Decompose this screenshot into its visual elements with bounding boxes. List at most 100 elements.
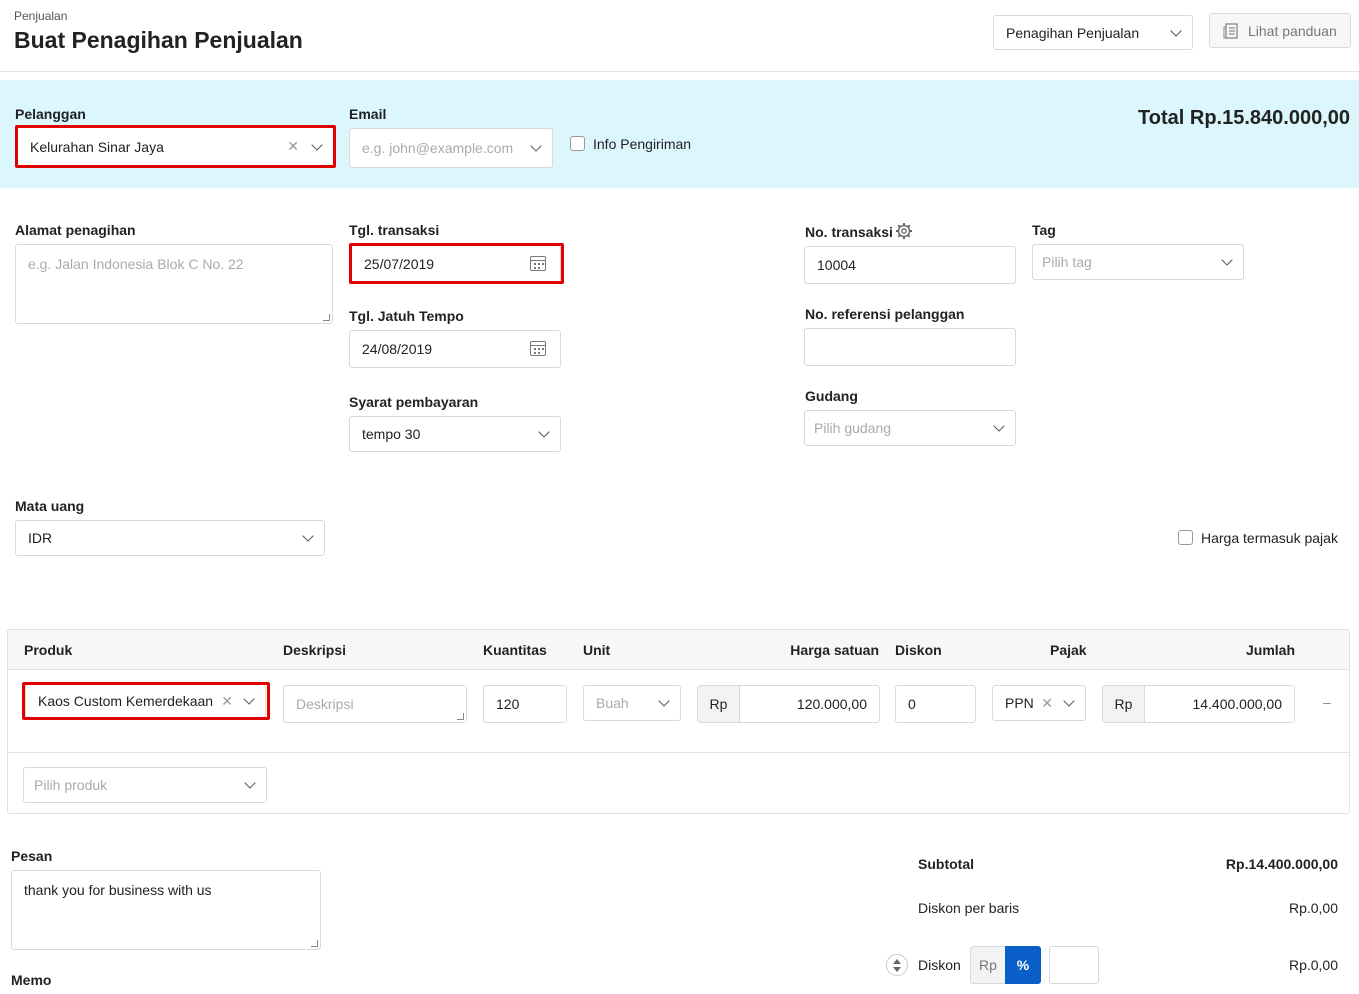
- message-value: thank you for business with us: [24, 882, 212, 898]
- tag-label: Tag: [1032, 222, 1056, 238]
- discount-label: Diskon: [918, 957, 961, 973]
- transaction-date-label: Tgl. transaksi: [349, 222, 440, 238]
- tag-select[interactable]: Pilih tag: [1032, 244, 1244, 280]
- gear-icon[interactable]: [895, 222, 913, 240]
- tax-inclusive-label[interactable]: Harga termasuk pajak: [1201, 530, 1338, 546]
- amount-currency-addon: Rp: [1102, 685, 1145, 723]
- transaction-date-highlight: [349, 243, 564, 284]
- warehouse-placeholder: Pilih gudang: [814, 420, 892, 436]
- currency-select[interactable]: IDR: [15, 520, 325, 556]
- guide-button-label: Lihat panduan: [1248, 22, 1337, 39]
- quantity-input[interactable]: 120: [483, 685, 567, 723]
- currency-value: IDR: [28, 530, 53, 546]
- billing-address-textarea[interactable]: e.g. Jalan Indonesia Blok C No. 22: [15, 244, 333, 324]
- payment-terms-select[interactable]: tempo 30: [349, 416, 561, 452]
- table-header-bg: [8, 630, 1349, 670]
- unit-price-value: 120.000,00: [796, 696, 867, 712]
- currency-label: Mata uang: [15, 498, 85, 514]
- payment-terms-value: tempo 30: [362, 426, 421, 442]
- discount-rp-toggle[interactable]: Rp: [970, 946, 1006, 984]
- due-date-label: Tgl. Jatuh Tempo: [349, 308, 464, 324]
- subtotal-value: Rp.14.400.000,00: [1225, 856, 1338, 872]
- tax-select[interactable]: PPN ✕: [992, 685, 1086, 721]
- price-currency-addon: Rp: [697, 685, 740, 723]
- product-highlight: [22, 682, 270, 720]
- transaction-no-input[interactable]: 10004: [804, 246, 1016, 284]
- remove-row-button[interactable]: –: [1323, 694, 1331, 710]
- chevron-down-icon: [530, 140, 542, 152]
- guide-button[interactable]: Lihat panduan: [1209, 13, 1351, 48]
- breadcrumb[interactable]: Penjualan: [14, 9, 67, 23]
- discount-amount-input[interactable]: [1049, 946, 1099, 984]
- unit-select[interactable]: Buah: [583, 685, 681, 721]
- customer-ref-input[interactable]: [804, 328, 1016, 366]
- customer-ref-label: No. referensi pelanggan: [805, 306, 965, 322]
- warehouse-select[interactable]: Pilih gudang: [804, 410, 1016, 446]
- message-label: Pesan: [11, 848, 53, 864]
- col-unit: Unit: [583, 642, 611, 658]
- calendar-icon[interactable]: [530, 341, 546, 356]
- transaction-no-value: 10004: [817, 257, 856, 273]
- chevron-down-icon: [302, 530, 314, 542]
- clear-icon[interactable]: ✕: [1041, 695, 1053, 712]
- discount-value: 0: [908, 696, 916, 712]
- tax-inclusive-checkbox[interactable]: [1178, 530, 1193, 545]
- due-date-input[interactable]: 24/08/2019: [349, 330, 561, 368]
- header-divider: [0, 71, 1359, 72]
- chevron-down-icon: [244, 777, 256, 789]
- memo-label: Memo: [11, 972, 52, 988]
- amount-value: 14.400.000,00: [1192, 696, 1282, 712]
- discount-total-value: Rp.0,00: [1288, 957, 1338, 973]
- tag-placeholder: Pilih tag: [1042, 254, 1092, 270]
- discount-percent-toggle[interactable]: %: [1005, 946, 1041, 984]
- billing-address-placeholder: e.g. Jalan Indonesia Blok C No. 22: [28, 256, 244, 272]
- line-discount-value: Rp.0,00: [1288, 900, 1338, 916]
- total-amount: Total Rp.15.840.000,00: [1138, 107, 1350, 129]
- col-product: Produk: [24, 642, 73, 658]
- chevron-down-icon: [1063, 695, 1075, 707]
- col-description: Deskripsi: [283, 642, 347, 658]
- line-discount-label: Diskon per baris: [918, 900, 1020, 916]
- page-title: Buat Penagihan Penjualan: [14, 27, 303, 53]
- shipping-info-checkbox[interactable]: [570, 136, 585, 151]
- col-discount: Diskon: [895, 642, 942, 658]
- invoice-type-select[interactable]: Penagihan Penjualan: [993, 15, 1193, 50]
- email-placeholder: e.g. john@example.com: [362, 140, 514, 156]
- col-amount: Jumlah: [1245, 642, 1295, 658]
- email-input[interactable]: e.g. john@example.com: [349, 128, 553, 168]
- payment-terms-label: Syarat pembayaran: [349, 394, 479, 410]
- due-date-value: 24/08/2019: [362, 341, 433, 357]
- unit-price-input[interactable]: 120.000,00: [739, 685, 880, 723]
- amount-input[interactable]: 14.400.000,00: [1144, 685, 1295, 723]
- shipping-info-label[interactable]: Info Pengiriman: [593, 136, 691, 152]
- unit-value: Buah: [596, 695, 629, 711]
- email-label: Email: [349, 106, 387, 122]
- customer-label: Pelanggan: [15, 106, 86, 122]
- discount-input[interactable]: 0: [895, 685, 976, 723]
- row-divider: [8, 752, 1349, 753]
- chevron-down-icon: [1221, 254, 1233, 266]
- message-textarea[interactable]: thank you for business with us: [11, 870, 321, 950]
- description-input[interactable]: Deskripsi: [283, 685, 467, 723]
- resize-handle-icon[interactable]: [457, 713, 464, 720]
- billing-address-label: Alamat penagihan: [15, 222, 136, 238]
- transaction-no-label: No. transaksi: [805, 224, 893, 240]
- resize-handle-icon[interactable]: [323, 314, 330, 321]
- col-tax: Pajak: [1050, 642, 1087, 658]
- description-placeholder: Deskripsi: [296, 696, 354, 712]
- invoice-type-value: Penagihan Penjualan: [1006, 24, 1140, 41]
- resize-handle-icon[interactable]: [311, 940, 318, 947]
- warehouse-label: Gudang: [805, 388, 858, 404]
- chevron-down-icon: [538, 426, 550, 438]
- col-unit-price: Harga satuan: [790, 642, 879, 658]
- add-product-select[interactable]: Pilih produk: [23, 767, 267, 803]
- chevron-down-icon: [993, 420, 1005, 432]
- col-quantity: Kuantitas: [483, 642, 547, 658]
- tax-value: PPN: [1005, 695, 1034, 711]
- chevron-down-icon: [658, 695, 670, 707]
- quantity-value: 120: [496, 696, 520, 712]
- customer-highlight: [15, 125, 336, 168]
- chevron-down-icon: [1170, 24, 1182, 37]
- document-icon: [1223, 22, 1238, 39]
- discount-toggle-icon[interactable]: [886, 954, 908, 976]
